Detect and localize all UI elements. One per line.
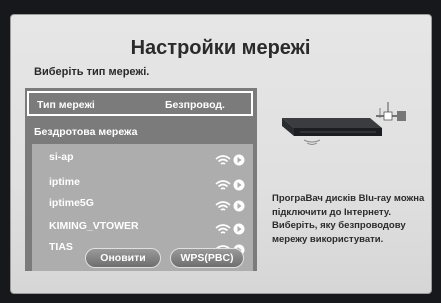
network-type-label: Тип мережі xyxy=(37,99,95,111)
dialog-subtitle: Виберіть тип мережі. xyxy=(34,66,150,78)
network-type-selector[interactable]: Тип мережі Безпровод. xyxy=(27,91,253,116)
wps-pbc-button[interactable]: WPS(PBC) xyxy=(170,248,244,268)
arrow-right-icon xyxy=(233,179,245,191)
wifi-signal-icon xyxy=(215,201,231,211)
network-type-value: Безпровод. xyxy=(165,99,225,111)
arrow-right-icon xyxy=(233,154,245,166)
wifi-signal-icon xyxy=(215,155,231,165)
tv-screen: Настройки мережі Виберіть тип мережі. Ти… xyxy=(0,0,441,303)
wireless-network-heading: Бездротова мережа xyxy=(34,126,138,138)
dialog-title: Настройки мережі xyxy=(130,37,311,59)
wifi-signal-icon xyxy=(215,224,231,234)
refresh-button[interactable]: Оновити xyxy=(85,248,161,268)
arrow-right-icon xyxy=(233,200,245,212)
blu-ray-player-icon xyxy=(282,102,406,145)
arrow-right-icon xyxy=(233,223,245,235)
network-description: ПрограВач дисків Blu-ray можна підключит… xyxy=(272,193,425,245)
wifi-signal-icon xyxy=(215,180,231,190)
